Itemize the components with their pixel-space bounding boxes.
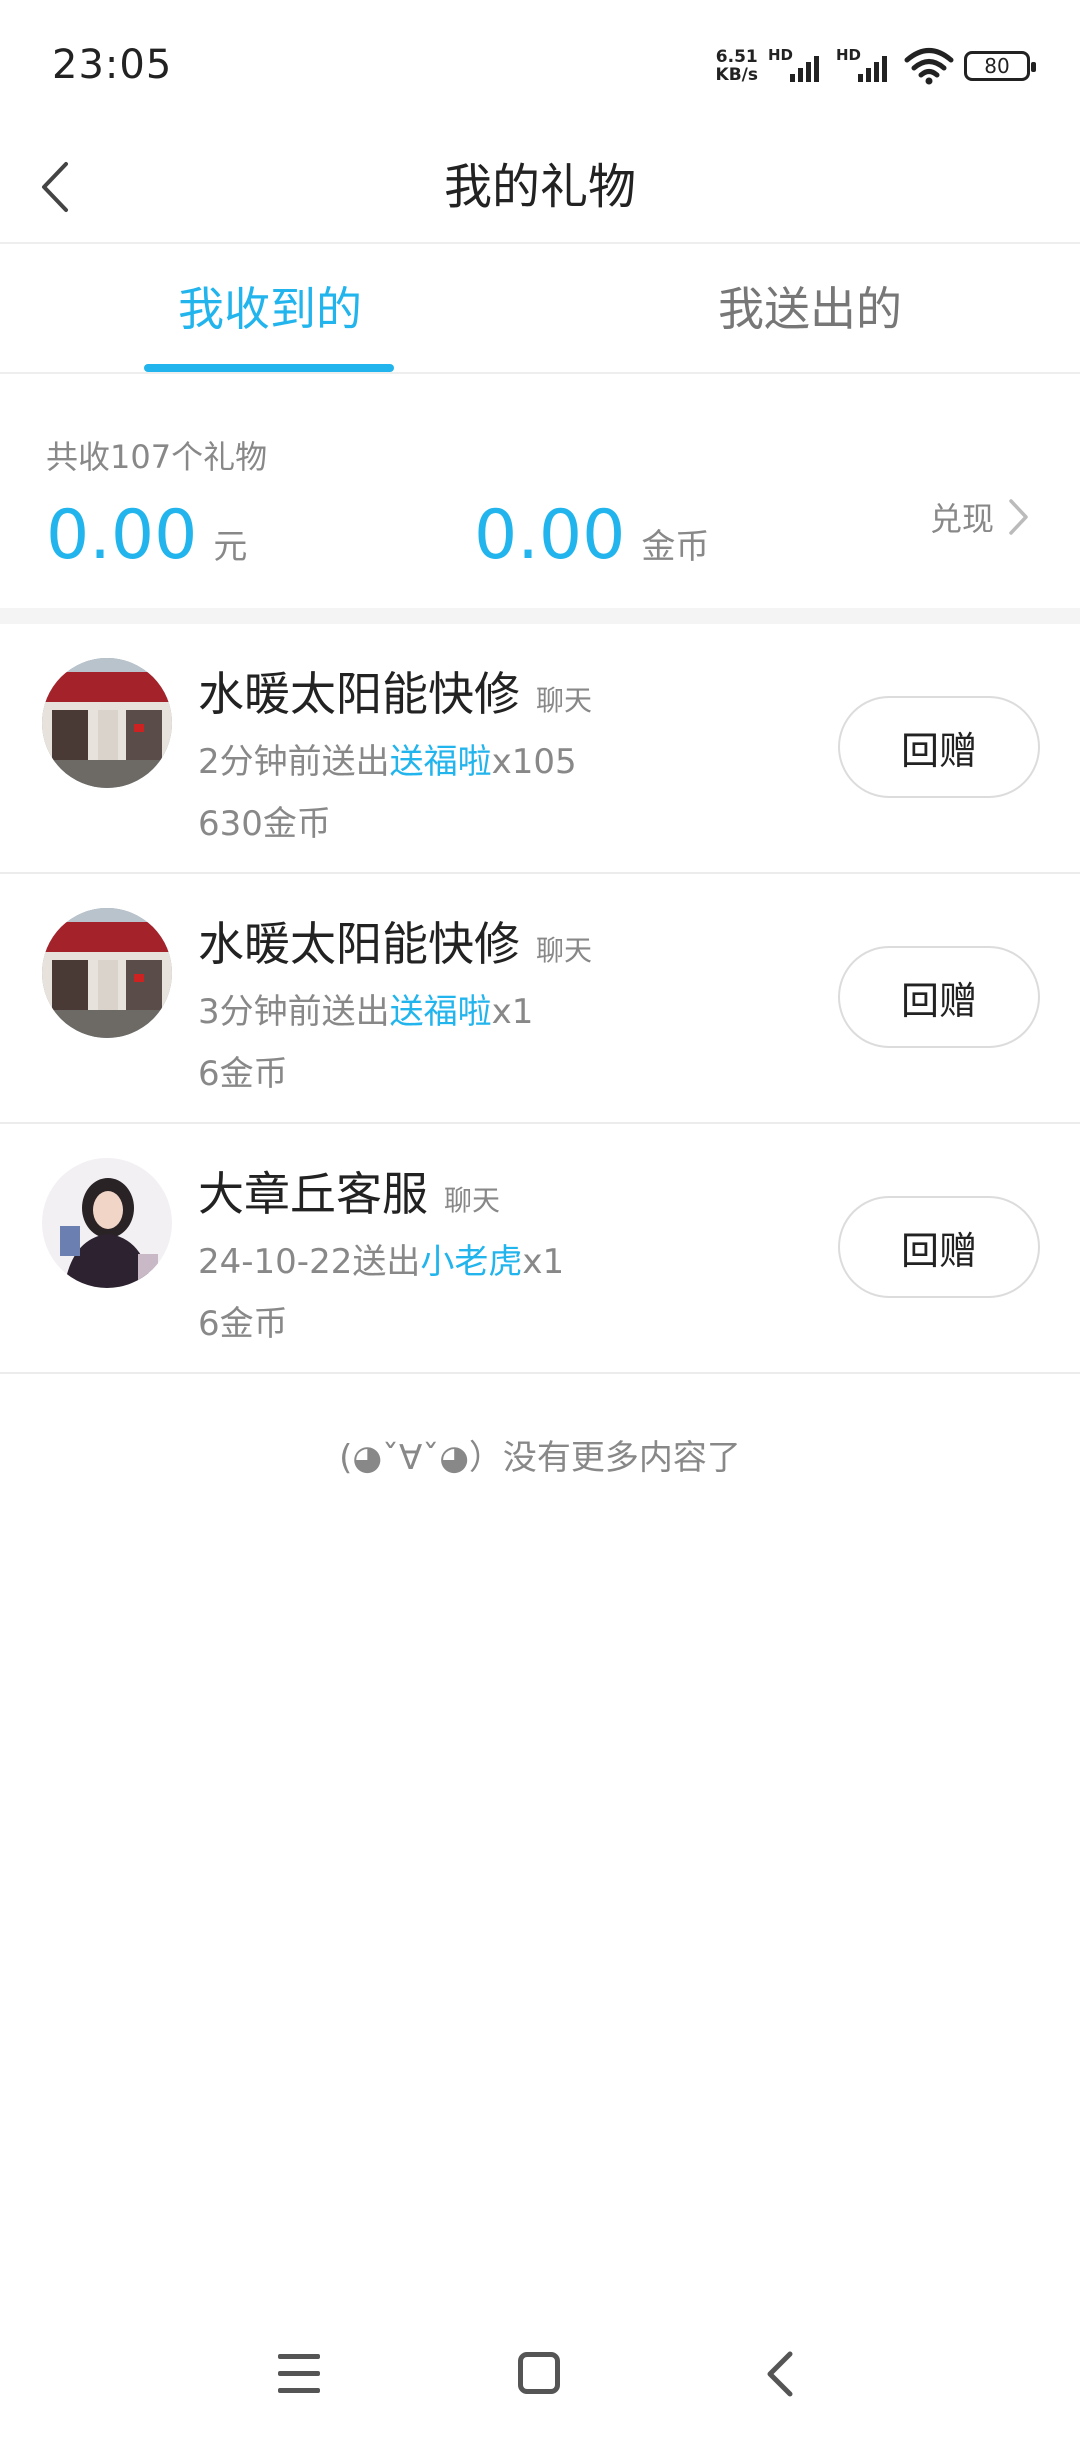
return-gift-button[interactable]: 回赠 [838,946,1040,1048]
gift-coins: 6金币 [198,1304,288,1344]
gift-tabs: 我收到的 我送出的 [0,246,1080,374]
menu-icon[interactable] [278,2354,320,2394]
active-tab-indicator [144,364,394,372]
gift-detail: 24-10-22送出小老虎x1 [198,1242,565,1282]
system-nav-bar [0,2310,1080,2460]
gift-summary: 共收107个礼物 0.00 元 0.00 金币 兑现 [0,376,1080,608]
gift-list: 水暖太阳能快修 聊天 2分钟前送出送福啦x105 630金币 回赠 水暖太阳能快… [0,624,1080,1374]
sender-name[interactable]: 大章丘客服 [198,1158,428,1224]
coin-amount: 0.00 金币 [474,496,709,575]
sender-name[interactable]: 水暖太阳能快修 [198,908,520,974]
tab-sent[interactable]: 我送出的 [540,246,1080,372]
battery-icon: 80 [964,51,1036,81]
status-time: 23:05 [52,42,173,88]
gift-coins: 630金币 [198,804,331,844]
total-gifts-text: 共收107个礼物 [46,438,268,476]
section-divider [0,608,1080,624]
sender-name[interactable]: 水暖太阳能快修 [198,658,520,724]
withdraw-label: 兑现 [929,500,994,538]
gift-detail: 3分钟前送出送福啦x1 [198,992,534,1032]
return-gift-button[interactable]: 回赠 [838,1196,1040,1298]
list-item: 大章丘客服 聊天 24-10-22送出小老虎x1 6金币 回赠 [0,1124,1080,1374]
cash-value: 0.00 [46,496,198,575]
status-bar: 23:05 6.51 KB/s HD HD 80 [0,0,1080,130]
home-icon[interactable] [518,2352,560,2394]
tab-received[interactable]: 我收到的 [0,246,540,372]
status-icons: 6.51 KB/s HD HD 80 [715,44,1036,88]
network-speed: 6.51 KB/s [715,47,758,85]
app-header: 我的礼物 [0,130,1080,244]
gift-name: 送福啦 [389,992,492,1032]
avatar[interactable] [42,1158,172,1288]
gift-name: 送福啦 [389,742,492,782]
list-item: 水暖太阳能快修 聊天 2分钟前送出送福啦x105 630金币 回赠 [0,624,1080,874]
coin-value: 0.00 [474,496,626,575]
page-title: 我的礼物 [443,159,636,215]
chat-link[interactable]: 聊天 [444,1179,500,1219]
avatar[interactable] [42,908,172,1038]
back-arrow-icon[interactable] [30,152,90,222]
signal-icon: HD [836,46,894,86]
coin-unit: 金币 [641,527,710,567]
avatar[interactable] [42,658,172,788]
cash-amount: 0.00 元 [46,496,247,575]
no-more-content-text: (◕ˇ∀ˇ◕）没有更多内容了 [339,1438,741,1478]
back-icon[interactable] [760,2348,800,2400]
cash-unit: 元 [213,527,248,567]
gift-detail: 2分钟前送出送福啦x105 [198,742,577,782]
chat-link[interactable]: 聊天 [536,679,592,719]
wifi-icon [904,48,954,85]
gift-coins: 6金币 [198,1054,288,1094]
gift-name: 小老虎 [420,1242,523,1282]
chevron-right-icon [1009,499,1028,535]
chat-link[interactable]: 聊天 [536,929,592,969]
return-gift-button[interactable]: 回赠 [838,696,1040,798]
list-item: 水暖太阳能快修 聊天 3分钟前送出送福啦x1 6金币 回赠 [0,874,1080,1124]
signal-icon: HD [768,46,826,86]
withdraw-link[interactable]: 兑现 [930,494,1030,540]
